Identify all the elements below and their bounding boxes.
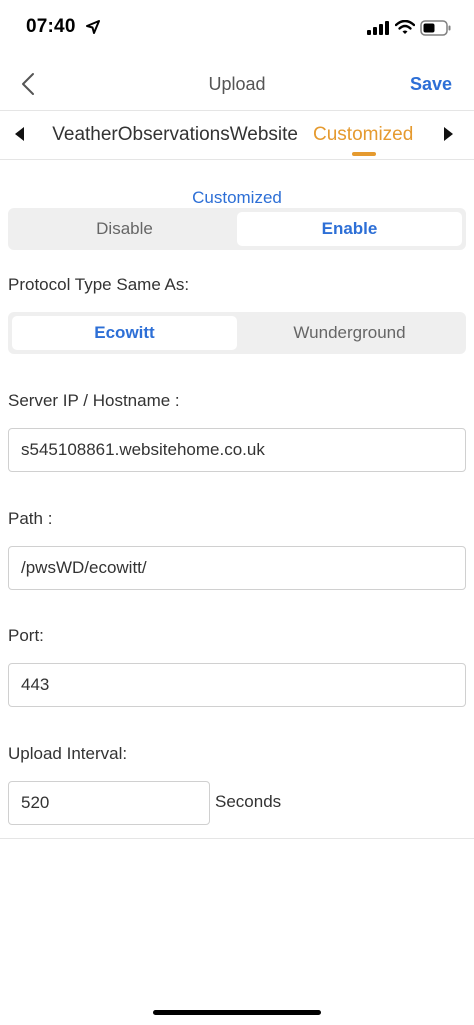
- tab-label: VeatherObservationsWebsite: [52, 124, 298, 145]
- wifi-icon: [395, 20, 415, 34]
- wunderground-option[interactable]: Wunderground: [237, 316, 462, 350]
- home-indicator[interactable]: [153, 1010, 321, 1015]
- interval-input[interactable]: 520: [8, 781, 210, 825]
- form-divider: [0, 838, 474, 839]
- enable-toggle: Disable Enable: [8, 208, 466, 250]
- battery-icon: [420, 20, 451, 36]
- protocol-toggle: Ecowitt Wunderground: [8, 312, 466, 354]
- interval-unit: Seconds: [215, 792, 282, 811]
- tab-weather-observations-website[interactable]: VeatherObservationsWebsite: [46, 118, 298, 150]
- port-value: 443: [21, 675, 50, 694]
- status-time: 07:40: [26, 16, 76, 37]
- server-input[interactable]: s545108861.websitehome.co.uk: [8, 428, 466, 472]
- protocol-label: Protocol Type Same As:: [8, 275, 190, 294]
- enable-option[interactable]: Enable: [237, 212, 462, 246]
- tab-customized[interactable]: Customized: [313, 124, 413, 146]
- server-label: Server IP / Hostname :: [8, 391, 180, 410]
- cellular-signal-icon: [367, 21, 389, 35]
- save-button[interactable]: Save: [410, 74, 452, 95]
- section-title: Customized: [192, 188, 282, 207]
- port-input[interactable]: 443: [8, 663, 466, 707]
- path-label: Path :: [8, 509, 53, 528]
- interval-value: 520: [21, 793, 50, 812]
- triangle-right-icon[interactable]: [440, 125, 456, 143]
- ecowitt-option[interactable]: Ecowitt: [12, 316, 237, 350]
- active-tab-indicator: [352, 152, 376, 156]
- path-value: /pwsWD/ecowitt/: [21, 558, 147, 577]
- port-label: Port:: [8, 626, 44, 645]
- location-arrow-icon: [86, 20, 100, 34]
- triangle-left-icon[interactable]: [12, 125, 28, 143]
- tab-divider: [0, 159, 474, 160]
- disable-option[interactable]: Disable: [12, 212, 237, 246]
- nav-divider: [0, 110, 474, 111]
- path-input[interactable]: /pwsWD/ecowitt/: [8, 546, 466, 590]
- server-value: s545108861.websitehome.co.uk: [21, 440, 265, 459]
- interval-label: Upload Interval:: [8, 744, 128, 763]
- page-title: Upload: [208, 74, 266, 94]
